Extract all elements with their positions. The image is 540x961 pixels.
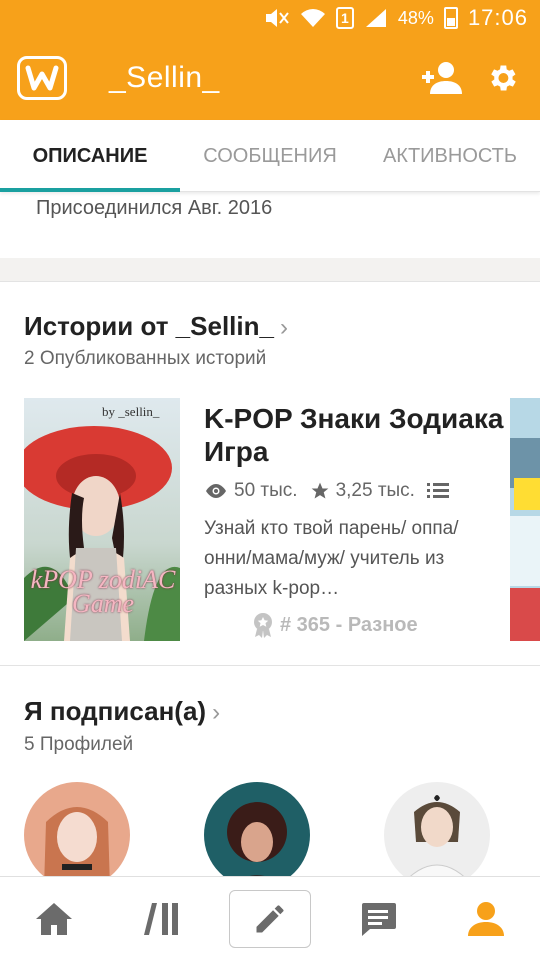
views-count: 50 тыс. <box>234 480 298 501</box>
write-icon <box>256 904 284 932</box>
nav-write[interactable] <box>216 877 324 961</box>
following-title-text: Я подписан(а) <box>24 696 207 726</box>
story-description: Узнай кто твой парень/ оппа/онни/мама/му… <box>204 518 459 599</box>
profile-icon <box>468 901 504 936</box>
mute-icon <box>264 7 290 29</box>
stories-section-title[interactable]: Истории от _Sellin_ › <box>24 311 288 342</box>
avatar[interactable] <box>24 782 130 888</box>
star-icon <box>311 482 328 499</box>
votes-count: 3,25 тыс. <box>335 480 415 501</box>
wattpad-logo-icon[interactable] <box>17 56 67 100</box>
story-stats: 50 тыс. 3,25 тыс. <box>204 480 449 502</box>
nav-messages[interactable] <box>324 877 432 961</box>
tab-description[interactable]: ОПИСАНИЕ <box>0 120 180 192</box>
status-bar: 1 48% 17:06 <box>0 0 540 36</box>
chevron-right-icon: › <box>212 699 221 726</box>
nav-home[interactable] <box>0 877 108 961</box>
nav-profile[interactable] <box>432 877 540 961</box>
wifi-icon <box>300 7 326 29</box>
nav-library[interactable] <box>108 877 216 961</box>
following-count: 5 Профилей <box>24 734 134 755</box>
stories-count: 2 Опубликованных историй <box>24 348 267 369</box>
cover-author-text: by _sellin_ <box>102 404 160 419</box>
rank-text: # 365 - Разное <box>280 613 418 636</box>
joined-date: Присоединился Авг. 2016 <box>36 197 273 219</box>
divider <box>0 665 540 666</box>
clock: 17:06 <box>467 5 528 30</box>
signal-icon <box>364 7 388 29</box>
tab-messages[interactable]: СООБЩЕНИЯ <box>180 120 360 192</box>
eye-icon <box>206 484 226 498</box>
home-icon <box>36 902 72 935</box>
settings-button[interactable] <box>472 48 532 108</box>
story-cover[interactable]: by _sellin_ kPOP zodiAC Game <box>24 398 180 641</box>
section-separator <box>0 258 540 282</box>
cover-title-text: kPOP zodiAC Game <box>30 565 176 618</box>
chevron-right-icon: › <box>279 314 288 341</box>
following-section-title[interactable]: Я подписан(а) › <box>24 696 220 727</box>
sim-icon: 1 <box>335 7 354 29</box>
messages-icon <box>362 902 396 936</box>
list-icon <box>426 483 449 498</box>
award-ribbon-icon <box>254 613 272 638</box>
library-icon <box>144 902 178 935</box>
story-title[interactable]: K-POP Знаки Зодиака Игра <box>204 402 504 468</box>
avatar[interactable] <box>384 782 490 888</box>
profile-tabs: ОПИСАНИЕ СООБЩЕНИЯ АКТИВНОСТЬ <box>0 120 540 192</box>
battery-icon <box>443 7 458 29</box>
next-story-cover[interactable] <box>510 398 540 641</box>
active-tab-indicator <box>0 188 180 192</box>
battery-percent: 48% <box>397 7 434 28</box>
app-bar: _Sellin_ <box>0 36 540 120</box>
story-rank: # 365 - Разное <box>252 612 418 638</box>
add-person-icon <box>422 62 462 94</box>
avatar[interactable] <box>204 782 310 888</box>
follow-user-button[interactable] <box>412 48 472 108</box>
write-button[interactable] <box>229 889 311 948</box>
bottom-navigation <box>0 876 540 960</box>
tab-activity[interactable]: АКТИВНОСТЬ <box>360 120 540 192</box>
profile-username: _Sellin_ <box>109 61 220 94</box>
gear-icon <box>491 65 516 91</box>
stories-title-text: Истории от _Sellin_ <box>24 311 274 341</box>
